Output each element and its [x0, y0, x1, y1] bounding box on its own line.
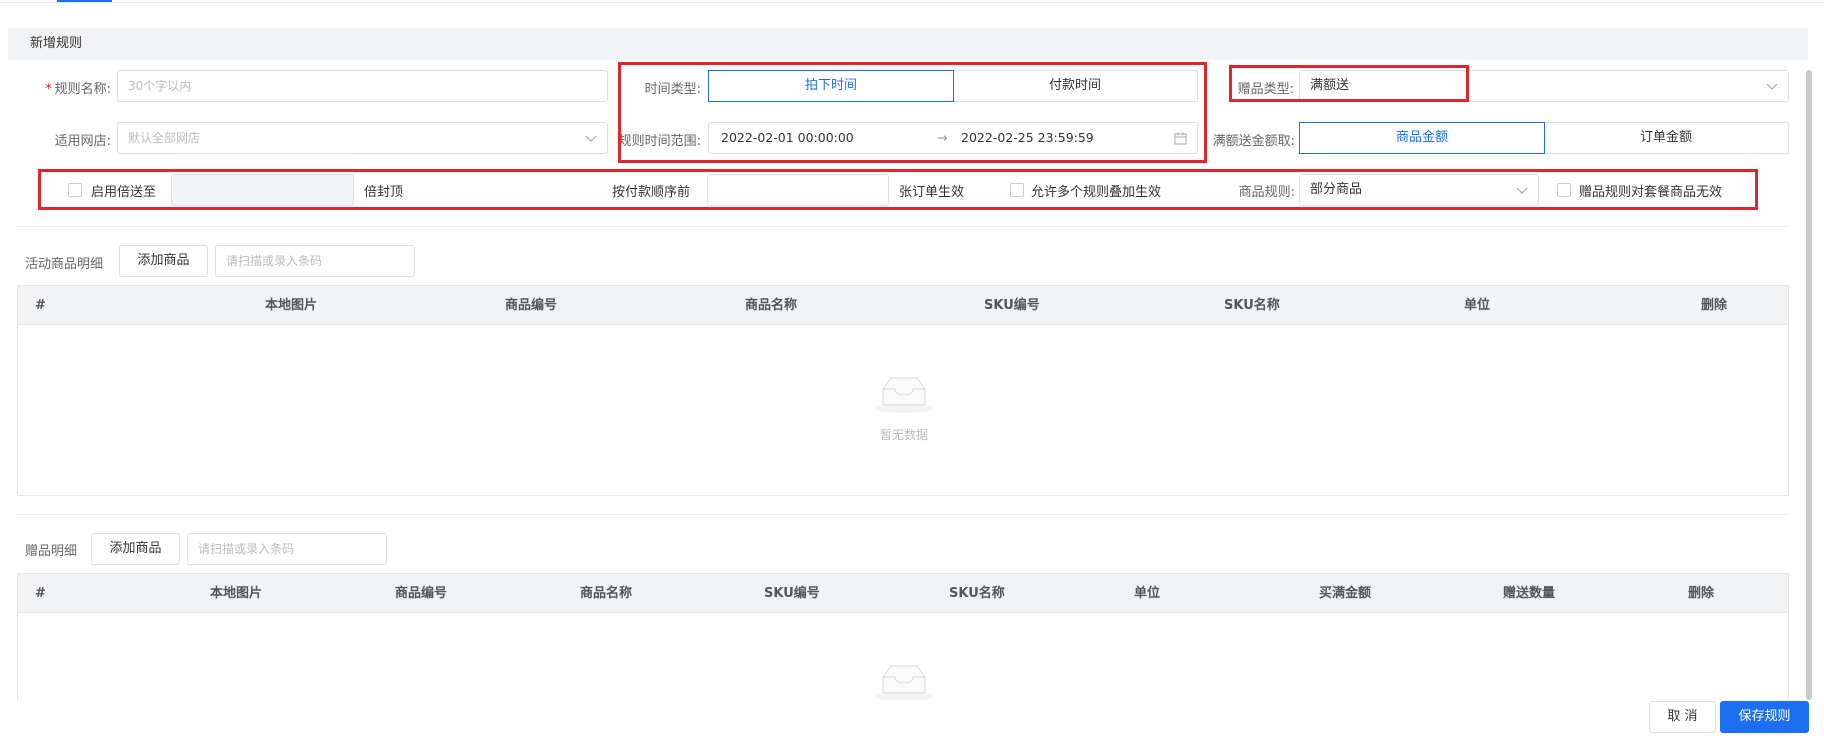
store-placeholder: 默认全部网店 — [128, 131, 201, 145]
activity-table-header: # 本地图片 商品编号 商品名称 SKU编号 SKU名称 单位 删除 — [17, 285, 1789, 325]
amount-source-segmented: 商品金额 订单金额 — [1299, 122, 1789, 154]
amount-source-option-order[interactable]: 订单金额 — [1544, 123, 1788, 153]
section-title: 新增规则 — [8, 28, 1808, 60]
activity-table-body: 暂无数据 — [17, 325, 1789, 496]
footer-bar — [0, 700, 1824, 745]
col-image: 本地图片 — [265, 298, 318, 313]
chevron-down-icon — [585, 135, 597, 142]
col-delete: 删除 — [1701, 298, 1728, 313]
highlight-box-gift-type — [1229, 65, 1469, 102]
gift-table-header: # 本地图片 商品编号 商品名称 SKU编号 SKU名称 单位 买满金额 赠送数… — [17, 573, 1789, 613]
store-label: 适用网店: — [54, 134, 111, 149]
cancel-button[interactable]: 取 消 — [1649, 701, 1716, 733]
col-code: 商品编号 — [505, 298, 558, 313]
col-code: 商品编号 — [395, 586, 448, 601]
col-threshold: 买满金额 — [1319, 586, 1372, 601]
empty-box-icon — [874, 665, 934, 701]
required-mark: * — [45, 82, 52, 97]
chevron-down-icon — [1766, 83, 1778, 90]
empty-text: 暂无数据 — [879, 428, 928, 442]
divider — [16, 514, 1790, 515]
gift-add-product-button[interactable]: 添加商品 — [91, 533, 180, 565]
divider — [16, 226, 1790, 227]
amount-source-label: 满额送金额取: — [1212, 134, 1295, 149]
amount-source-option-goods[interactable]: 商品金额 — [1299, 122, 1545, 154]
rule-name-label: * 规则名称: — [20, 78, 111, 97]
rule-name-input[interactable]: 30个字以内 — [117, 70, 608, 102]
empty-box-icon — [874, 377, 934, 413]
top-divider — [0, 2, 1824, 3]
col-unit: 单位 — [1134, 586, 1161, 601]
col-name: 商品名称 — [745, 298, 798, 313]
col-gift-qty: 赠送数量 — [1503, 586, 1556, 601]
col-sku-code: SKU编号 — [984, 298, 1040, 313]
gift-products-title: 赠品明细 — [25, 544, 78, 559]
save-rule-button[interactable]: 保存规则 — [1720, 701, 1809, 733]
scrollbar[interactable] — [1806, 70, 1812, 700]
col-delete: 删除 — [1688, 586, 1715, 601]
col-index: # — [35, 586, 46, 601]
col-unit: 单位 — [1464, 298, 1491, 313]
col-image: 本地图片 — [210, 586, 263, 601]
store-select[interactable]: 默认全部网店 — [117, 122, 608, 154]
gift-table-body — [17, 613, 1789, 703]
col-sku-code: SKU编号 — [764, 586, 820, 601]
rule-name-label-text: 规则名称: — [54, 82, 111, 97]
activity-add-product-button[interactable]: 添加商品 — [119, 245, 208, 277]
highlight-box-row3 — [38, 169, 1758, 210]
activity-products-title: 活动商品明细 — [25, 257, 104, 272]
activity-scan-input[interactable]: 请扫描或录入条码 — [215, 245, 415, 277]
col-sku-name: SKU名称 — [1224, 298, 1280, 313]
highlight-box-time — [618, 62, 1207, 163]
col-name: 商品名称 — [580, 586, 633, 601]
col-index: # — [35, 298, 46, 313]
col-sku-name: SKU名称 — [949, 586, 1005, 601]
gift-scan-input[interactable]: 请扫描或录入条码 — [187, 533, 387, 565]
